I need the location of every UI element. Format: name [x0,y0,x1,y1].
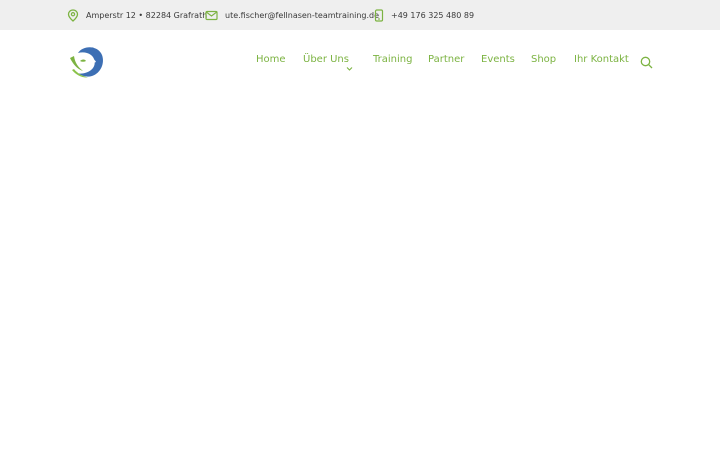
logo-emblem-icon [70,47,103,78]
page-content-area [0,92,720,450]
nav-item-shop[interactable]: Shop [531,52,556,68]
phone-icon [374,8,384,22]
nav-item-training[interactable]: Training [373,52,412,68]
nav-item-home[interactable]: Home [256,52,286,68]
mail-icon [205,10,218,21]
email-link[interactable]: ute.fischer@fellnasen-teamtraining.de [225,11,379,20]
email-contact[interactable]: ute.fischer@fellnasen-teamtraining.de [205,0,379,30]
search-icon[interactable] [640,54,653,73]
chevron-down-icon [346,57,353,76]
nav-item-ueber-uns[interactable]: Über Uns [303,52,349,68]
phone-link[interactable]: +49 176 325 480 89 [391,11,474,20]
top-contact-bar: Amperstr 12 • 82284 Grafrath ute.fischer… [0,0,720,30]
nav-item-events[interactable]: Events [481,52,515,68]
site-logo[interactable] [68,42,106,80]
nav-item-ihr-kontakt[interactable]: Ihr Kontakt [574,52,629,68]
address-text: Amperstr 12 • 82284 Grafrath [86,10,208,20]
address-contact: Amperstr 12 • 82284 Grafrath [67,0,207,30]
nav-item-partner[interactable]: Partner [428,52,464,68]
phone-contact[interactable]: +49 176 325 480 89 [374,0,474,30]
map-pin-icon [67,8,79,22]
